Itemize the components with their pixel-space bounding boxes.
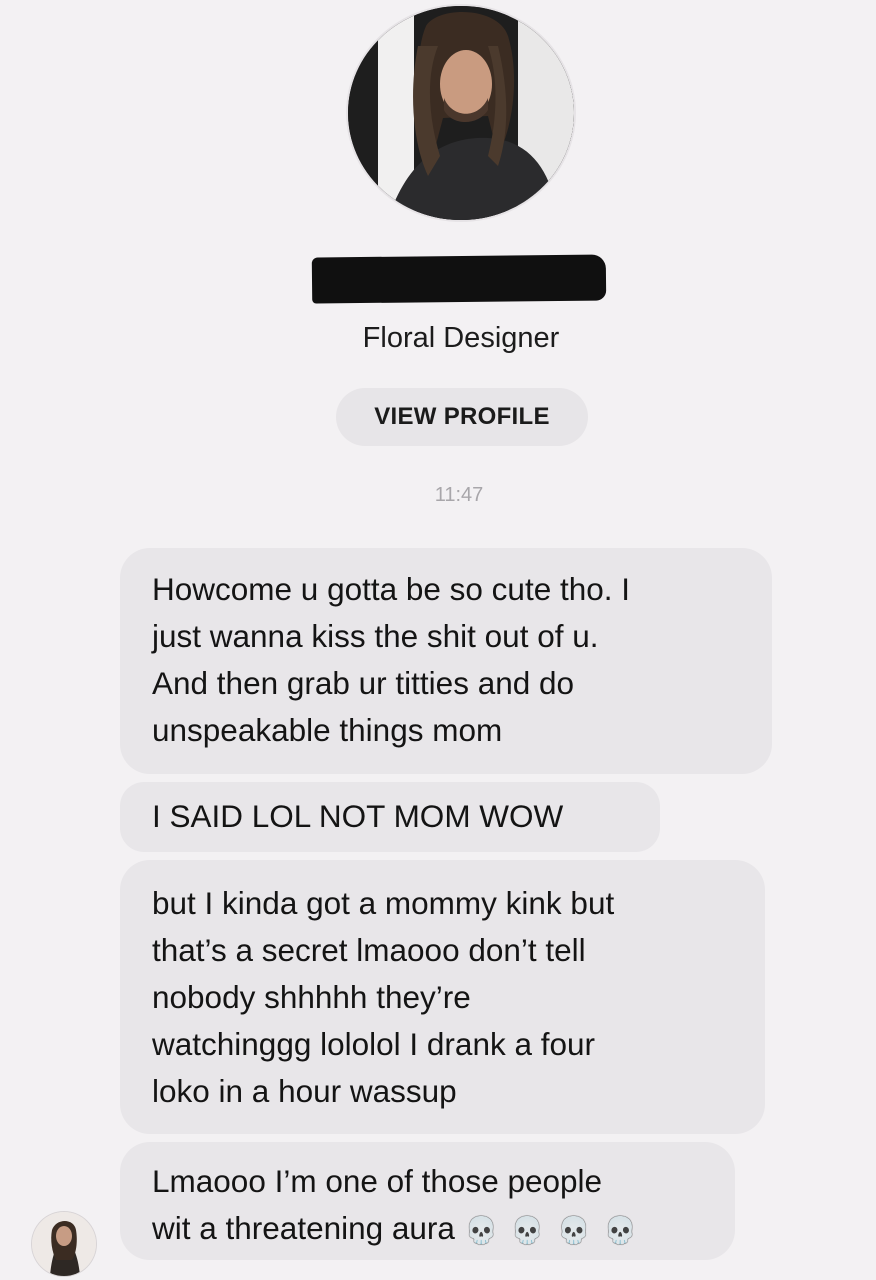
message-bubble[interactable]: Lmaooo I’m one of those people wit a thr… bbox=[120, 1142, 735, 1260]
message-bubble[interactable]: I SAID LOL NOT MOM WOW bbox=[120, 782, 660, 852]
message-bubble[interactable]: Howcome u gotta be so cute tho. I just w… bbox=[120, 548, 772, 774]
skull-icon: 💀💀💀💀 bbox=[464, 1215, 651, 1245]
view-profile-button[interactable]: VIEW PROFILE bbox=[336, 388, 588, 446]
profile-header: Floral Designer VIEW PROFILE 11:47 bbox=[0, 0, 876, 530]
message-text: Howcome u gotta be so cute tho. I just w… bbox=[152, 571, 631, 748]
message-bubble[interactable]: but I kinda got a mommy kink but that’s … bbox=[120, 860, 765, 1134]
profile-subtitle: Floral Designer bbox=[362, 322, 560, 354]
message-timestamp: 11:47 bbox=[434, 484, 484, 506]
name-redaction-bar bbox=[311, 254, 607, 304]
message-text: I SAID LOL NOT MOM WOW bbox=[152, 798, 564, 834]
message-list: Howcome u gotta be so cute tho. I just w… bbox=[120, 548, 780, 1260]
sender-avatar[interactable] bbox=[32, 1212, 96, 1276]
sender-avatar-image bbox=[32, 1212, 96, 1276]
message-text: Lmaooo I’m one of those people wit a thr… bbox=[152, 1158, 709, 1254]
profile-photo[interactable] bbox=[348, 6, 574, 220]
message-text: but I kinda got a mommy kink but that’s … bbox=[152, 885, 615, 1109]
profile-photo-image bbox=[348, 6, 574, 220]
